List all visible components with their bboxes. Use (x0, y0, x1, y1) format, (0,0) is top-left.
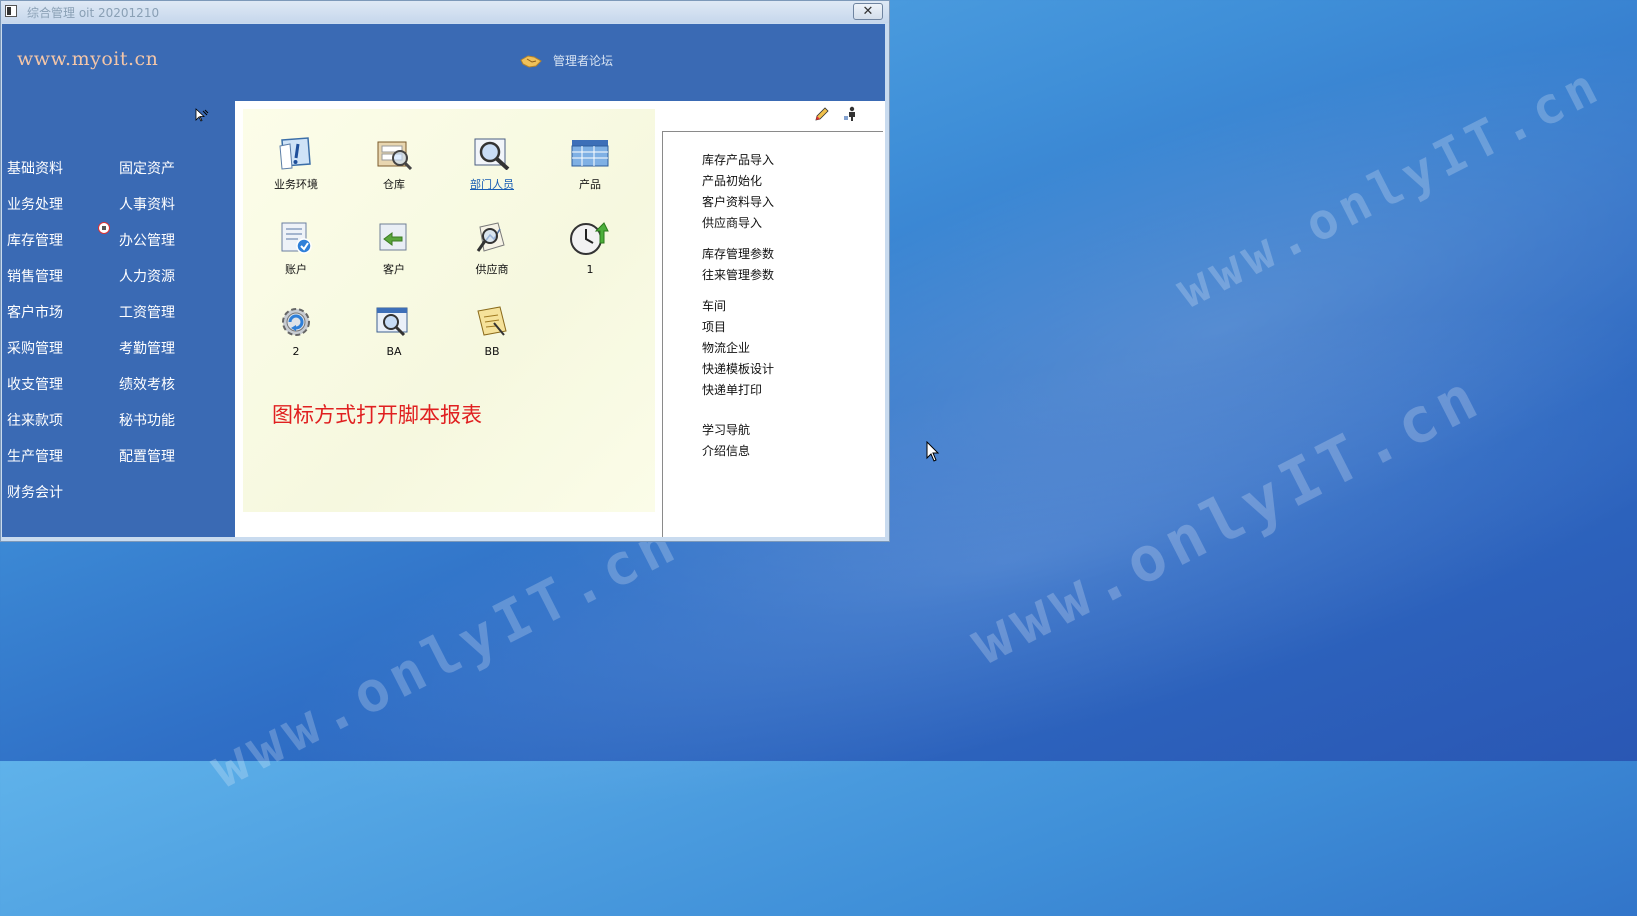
sidebar-item-configuration[interactable]: 配置管理 (119, 446, 175, 466)
link-supplier-import[interactable]: 供应商导入 (702, 214, 762, 231)
tile-label: BA (386, 345, 402, 358)
tile-account[interactable]: 账户 (251, 221, 341, 277)
sidebar-item-secretary[interactable]: 秘书功能 (119, 410, 175, 430)
link-intro-info[interactable]: 介绍信息 (702, 442, 750, 459)
link-workshop[interactable]: 车间 (702, 297, 726, 314)
link-accounts-params[interactable]: 往来管理参数 (702, 266, 774, 283)
sidebar-item-accounts[interactable]: 往来款项 (7, 410, 63, 430)
client-area: www.myoit.cn 管理者论坛 基础资料 业务处理 库存管理 销售管理 客… (2, 24, 885, 538)
sidebar-item-production[interactable]: 生产管理 (7, 446, 63, 466)
link-inventory-import[interactable]: 库存产品导入 (702, 151, 774, 168)
tile-1[interactable]: 1 (545, 221, 635, 276)
sidebar-item-fixed-assets[interactable]: 固定资产 (119, 158, 175, 178)
sidebar-item-office[interactable]: 办公管理 (119, 230, 175, 250)
tile-label: 客户 (383, 263, 405, 276)
clock-icon (545, 221, 635, 257)
report-bb-icon (447, 305, 537, 339)
tile-department-staff[interactable]: 部门人员 (447, 136, 537, 192)
business-environment-icon (251, 136, 341, 170)
link-logistics[interactable]: 物流企业 (702, 339, 750, 356)
sidebar-item-basic-data[interactable]: 基础资料 (7, 158, 63, 178)
main-content: 业务环境 仓库 部门人员 产品 账户 客户 供应商 1 2 BA BB 图标方式… (235, 101, 885, 538)
gear-refresh-icon (251, 305, 341, 339)
link-customer-import[interactable]: 客户资料导入 (702, 193, 774, 210)
sidebar-item-purchasing[interactable]: 采购管理 (7, 338, 63, 358)
title-bar[interactable]: 综合管理 oit 20201210 ✕ (1, 1, 889, 23)
sidebar-item-inventory[interactable]: 库存管理 (7, 230, 63, 250)
tile-label: 供应商 (475, 263, 509, 276)
tile-label: BB (484, 345, 500, 358)
radio-icon[interactable] (98, 222, 110, 234)
sidebar-item-business[interactable]: 业务处理 (7, 194, 63, 214)
tile-label: 产品 (579, 178, 601, 191)
sidebar-item-sales[interactable]: 销售管理 (7, 266, 63, 286)
link-express-template[interactable]: 快递模板设计 (702, 360, 774, 377)
header-banner: www.myoit.cn 管理者论坛 (2, 24, 885, 101)
tile-label: 业务环境 (274, 178, 318, 191)
site-url-link[interactable]: www.myoit.cn (17, 48, 158, 70)
edit-pen-icon[interactable] (814, 106, 830, 126)
link-express-print[interactable]: 快递单打印 (702, 381, 762, 398)
sidebar-item-finance[interactable]: 财务会计 (7, 482, 63, 502)
sidebar-item-payroll[interactable]: 工资管理 (119, 302, 175, 322)
sidebar-item-attendance[interactable]: 考勤管理 (119, 338, 175, 358)
tile-label: 2 (292, 345, 300, 358)
tile-2[interactable]: 2 (251, 305, 341, 358)
warehouse-icon (349, 136, 439, 170)
tile-supplier[interactable]: 供应商 (447, 221, 537, 277)
tile-bb[interactable]: BB (447, 305, 537, 358)
tile-warehouse[interactable]: 仓库 (349, 136, 439, 192)
product-icon (545, 136, 635, 170)
quick-links-panel: 库存产品导入 产品初始化 客户资料导入 供应商导入 库存管理参数 往来管理参数 … (662, 131, 883, 538)
department-staff-icon (447, 136, 537, 170)
tile-label: 账户 (285, 263, 307, 276)
tile-label: 部门人员 (470, 178, 514, 191)
handshake-icon (520, 53, 542, 73)
customer-icon (349, 221, 439, 255)
mouse-cursor-icon (926, 440, 940, 467)
sidebar-nav: 基础资料 业务处理 库存管理 销售管理 客户市场 采购管理 收支管理 往来款项 … (2, 101, 235, 537)
forum-link[interactable]: 管理者论坛 (553, 52, 613, 69)
tile-customer[interactable]: 客户 (349, 221, 439, 277)
pin-icon[interactable] (193, 107, 209, 127)
window-title: 综合管理 oit 20201210 (27, 6, 160, 20)
sidebar-item-performance[interactable]: 绩效考核 (119, 374, 175, 394)
link-inventory-params[interactable]: 库存管理参数 (702, 245, 774, 262)
link-project[interactable]: 项目 (702, 318, 726, 335)
icon-launcher-panel: 业务环境 仓库 部门人员 产品 账户 客户 供应商 1 2 BA BB 图标方式… (243, 109, 655, 512)
link-learning-guide[interactable]: 学习导航 (702, 421, 750, 438)
link-product-init[interactable]: 产品初始化 (702, 172, 762, 189)
sidebar-item-personnel[interactable]: 人事资料 (119, 194, 175, 214)
tile-business-environment[interactable]: 业务环境 (251, 136, 341, 192)
tile-label: 仓库 (383, 178, 405, 191)
user-settings-icon[interactable] (843, 106, 859, 126)
window-bottom-border (2, 537, 885, 541)
tile-product[interactable]: 产品 (545, 136, 635, 192)
app-window: 综合管理 oit 20201210 ✕ www.myoit.cn 管理者论坛 基… (0, 0, 890, 542)
sidebar-item-income-expense[interactable]: 收支管理 (7, 374, 63, 394)
tile-label: 1 (586, 263, 594, 276)
account-icon (251, 221, 341, 255)
report-ba-icon (349, 305, 439, 339)
script-report-note: 图标方式打开脚本报表 (272, 403, 482, 427)
app-icon (5, 5, 17, 17)
sidebar-item-hr[interactable]: 人力资源 (119, 266, 175, 286)
tile-ba[interactable]: BA (349, 305, 439, 358)
supplier-icon (447, 221, 537, 255)
close-button[interactable]: ✕ (853, 3, 883, 20)
sidebar-item-customer-market[interactable]: 客户市场 (7, 302, 63, 322)
